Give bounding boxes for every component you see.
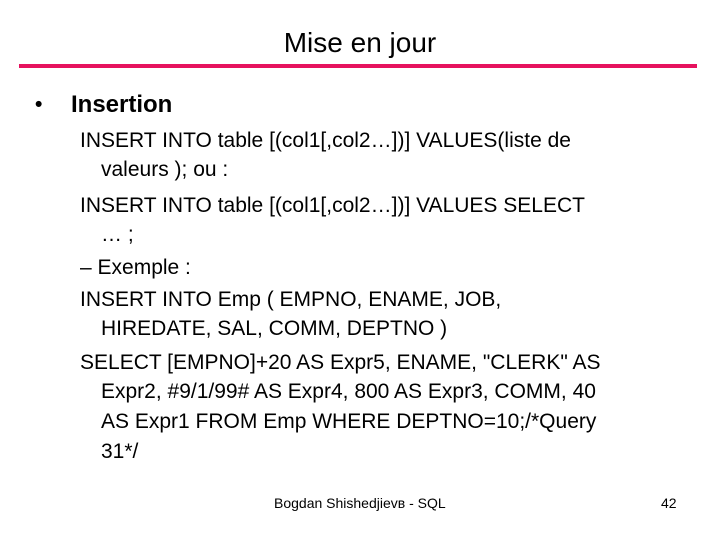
title-divider — [19, 64, 697, 68]
syntax-line: INSERT INTO table [(col1[,col2…])] VALUE… — [80, 129, 571, 152]
code-line: AS Expr1 FROM Emp WHERE DEPTNO=10;/*Quer… — [101, 410, 597, 433]
example-label: – Exemple : — [80, 256, 191, 279]
code-line: SELECT [EMPNO]+20 AS Expr5, ENAME, "CLER… — [80, 351, 601, 374]
code-line: 31*/ — [101, 440, 139, 463]
code-line: Expr2, #9/1/99# AS Expr4, 800 AS Expr3, … — [101, 380, 596, 403]
syntax-line: INSERT INTO table [(col1[,col2…])] VALUE… — [80, 194, 585, 217]
syntax-line: valeurs ); ou : — [101, 158, 229, 181]
footer-author: Bogdan Shishedjievв - SQL — [274, 495, 446, 511]
page-number: 42 — [661, 495, 677, 511]
slide-title: Mise en jour — [283, 27, 437, 58]
section-heading: Insertion — [71, 91, 173, 118]
syntax-line: … ; — [101, 223, 134, 246]
code-line: INSERT INTO Emp ( EMPNO, ENAME, JOB, — [80, 288, 502, 311]
code-line: HIREDATE, SAL, COMM, DEPTNO ) — [101, 317, 448, 340]
bullet-icon: • — [35, 93, 43, 116]
